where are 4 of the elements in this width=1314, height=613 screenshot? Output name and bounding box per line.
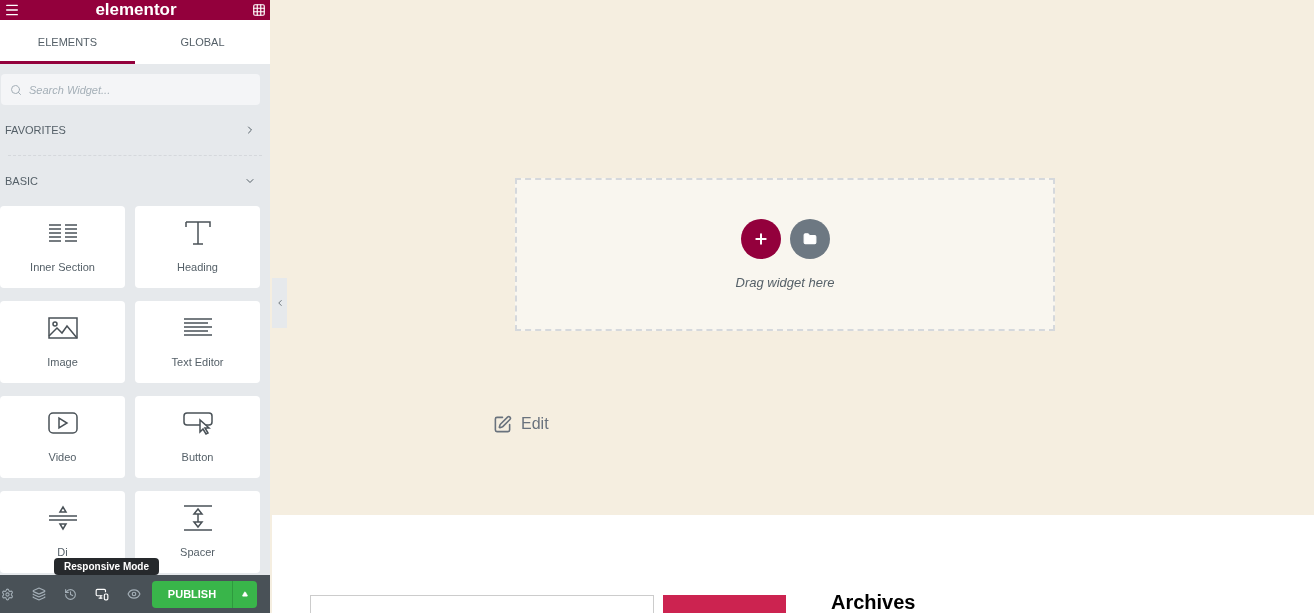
drop-hint: Drag widget here bbox=[735, 274, 835, 292]
archives-heading: Archives bbox=[831, 591, 916, 613]
logo: elementor bbox=[95, 1, 177, 19]
tooltip: Responsive Mode bbox=[54, 558, 160, 575]
